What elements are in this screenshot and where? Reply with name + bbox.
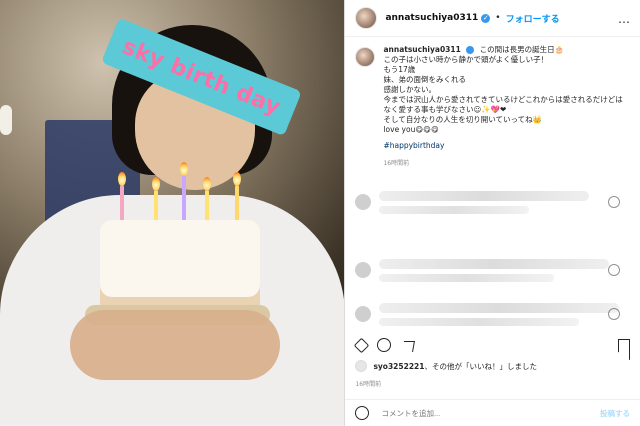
verified-badge-icon: ✓ [481,13,491,23]
comment-input-bar: 投稿する [345,399,640,426]
likes-text-suffix: 、その他が「いいね！」しました [424,361,538,371]
author-username[interactable]: annatsuchiya0311 [385,13,478,23]
comment-blur-line [379,317,580,326]
share-icon[interactable] [401,339,413,351]
save-icon[interactable] [617,338,630,352]
post-timestamp: 16時間前 [355,381,382,388]
caption-line: 感謝しかない。 [383,85,436,94]
birthday-cake [100,220,260,315]
caption-username[interactable]: annatsuchiya0311 [383,45,460,54]
separator-dot: • [495,13,501,23]
caption-text: annatsuchiya0311 この間は長男の誕生日🎂 この子は小さい時から静… [383,45,630,169]
caption-line: この子は小さい時から静かで頭がよく優しい子！ [383,55,549,64]
caption-avatar[interactable] [355,47,376,67]
comment-blur-line [379,205,530,214]
author-avatar[interactable] [355,7,378,29]
likes-text: syo3252221、その他が「いいね！」しました [373,361,537,372]
comment-input[interactable] [379,407,574,419]
candle-flame [118,172,126,186]
caption-line: 今までは沢山人から愛されてきているけどこれからは愛されるだけどはなく愛する事も学… [383,95,623,114]
caption-line: そして自分なりの人生を切り開いていってね👑 [383,115,542,124]
emoji-icon[interactable] [355,406,370,420]
caption-line: もう17歳 [383,65,416,74]
caption-line: love you😋😋😋 [383,125,439,134]
follow-button[interactable]: フォローする [506,12,560,25]
likes-row: syo3252221、その他が「いいね！」しました [355,360,537,372]
caption-line: 妹、弟の面倒をみくれる [383,75,466,84]
caption-line: この間は長男の誕生日🎂 [479,45,564,54]
comment-avatar[interactable] [355,194,372,210]
post-comment-button[interactable]: 投稿する [600,408,630,419]
post-photo[interactable]: sky birth day [0,0,345,426]
comment-blur-line [379,190,590,201]
person-hands [70,310,280,380]
candle-flame [152,177,160,191]
comment-blur-line [379,273,555,282]
post-caption: annatsuchiya0311 この間は長男の誕生日🎂 この子は小さい時から静… [345,37,640,169]
post-modal: sky birth day annatsuchiya0311 ✓ • フォローす… [0,0,640,426]
liker-username[interactable]: syo3252221 [373,362,424,371]
liker-avatar[interactable] [355,360,368,372]
like-icon[interactable] [355,339,367,351]
comment-avatar[interactable] [355,262,372,278]
more-options-icon[interactable]: … [618,12,630,26]
candle-flame [203,177,211,191]
post-actions [355,338,630,352]
background-lamp [0,105,12,135]
post-header: annatsuchiya0311 ✓ • フォローする … [345,0,640,37]
candle-flame [233,172,241,186]
comment-blur-line [379,258,610,269]
candle-flame [180,162,188,176]
caption-verified-badge-icon [466,46,475,54]
comment-blur-line [379,302,620,313]
caption-timestamp: 16時間前 [383,160,410,167]
hashtag-link[interactable]: #happybirthday [383,141,630,151]
blurred-comment [355,302,630,326]
blurred-comment [355,190,630,214]
comment-avatar[interactable] [355,306,372,322]
comment-icon[interactable] [377,338,392,352]
post-sidebar: annatsuchiya0311 ✓ • フォローする … annatsuchi… [344,0,640,426]
blurred-comment [355,258,630,282]
